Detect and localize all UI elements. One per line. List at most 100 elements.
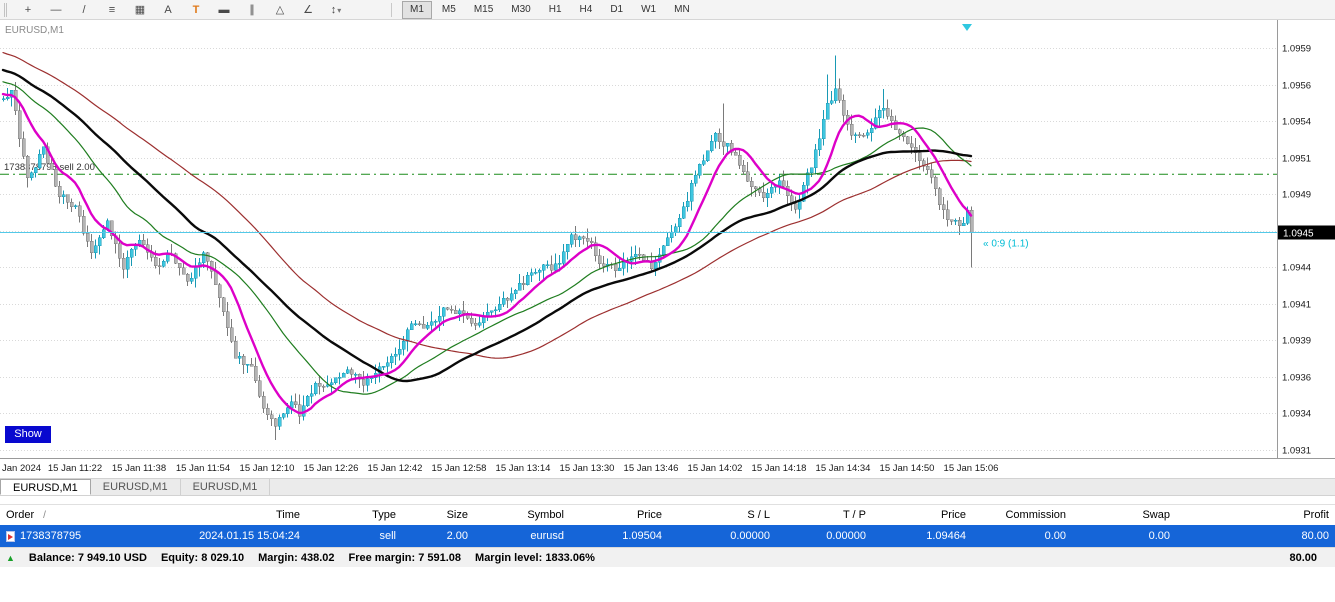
show-button[interactable]: Show: [5, 426, 51, 443]
cell-symbol: eurusd: [530, 530, 564, 542]
svg-text:1.0956: 1.0956: [1282, 81, 1311, 92]
svg-text:15 Jan 12:42: 15 Jan 12:42: [368, 463, 423, 474]
margin-level-text: Margin level: 1833.06%: [475, 551, 595, 564]
angle-icon[interactable]: ∠: [295, 1, 321, 19]
svg-text:15 Jan 11:38: 15 Jan 11:38: [112, 463, 166, 474]
col-size[interactable]: Size: [402, 509, 474, 521]
balance-text: Balance: 7 949.10 USD: [28, 551, 147, 564]
cell-swap: 0.00: [1148, 530, 1170, 542]
spread-annotation: « 0:9 (1.1): [983, 239, 1029, 250]
chart-tabs: EURUSD,M1 EURUSD,M1 EURUSD,M1: [0, 478, 1335, 496]
tab-chart-1[interactable]: EURUSD,M1: [0, 479, 91, 495]
col-order[interactable]: Order /: [0, 509, 138, 521]
time-axis: Jan 2024 15 Jan 11:22 15 Jan 11:38 15 Jan 1…: [2, 463, 998, 474]
toolbar-drag-handle[interactable]: [4, 2, 9, 17]
svg-text:15 Jan 11:54: 15 Jan 11:54: [176, 463, 230, 474]
svg-text:1.0959: 1.0959: [1282, 44, 1311, 55]
svg-text:15 Jan 15:06: 15 Jan 15:06: [944, 463, 999, 474]
arrows-glyph: ↕: [330, 3, 337, 16]
sell-position-icon: [6, 530, 15, 542]
account-summary-bar: ▲ Balance: 7 949.10 USD Equity: 8 029.10…: [0, 547, 1335, 567]
cell-profit: 80.00: [1301, 530, 1329, 542]
col-commission[interactable]: Commission: [972, 509, 1072, 521]
rectangle-icon[interactable]: ▬: [211, 1, 237, 19]
timeframe-w1-button[interactable]: W1: [633, 1, 664, 19]
ma-line-ma-fast-magenta: [1, 92, 973, 415]
price-axis: 1.09591.09561.09541.09511.09491.09461.09…: [1282, 44, 1311, 457]
svg-text:1.0941: 1.0941: [1282, 300, 1311, 311]
chart-area[interactable]: 1.09591.09561.09541.09511.09491.09461.09…: [0, 20, 1335, 478]
svg-text:1.0949: 1.0949: [1282, 190, 1311, 201]
fibonacci-icon[interactable]: ≡: [99, 1, 125, 19]
tab-chart-2[interactable]: EURUSD,M1: [91, 479, 181, 495]
timeframe-m30-button[interactable]: M30: [503, 1, 538, 19]
grid: [0, 48, 1277, 451]
crosshair-icon[interactable]: +: [15, 1, 41, 19]
order-id-text: 1738378795: [20, 530, 82, 542]
svg-text:15 Jan 13:30: 15 Jan 13:30: [560, 463, 615, 474]
svg-text:15 Jan 14:34: 15 Jan 14:34: [816, 463, 871, 474]
svg-text:15 Jan 11:22: 15 Jan 11:22: [48, 463, 102, 474]
svg-text:Jan 2024: Jan 2024: [2, 463, 41, 474]
trade-table: Order / Time Type Size Symbol Price S / …: [0, 504, 1335, 547]
text-icon[interactable]: A: [155, 1, 181, 19]
triangle-icon[interactable]: △: [267, 1, 293, 19]
grid-icon[interactable]: ▦: [127, 1, 153, 19]
cell-current-price: 1.09464: [926, 530, 966, 542]
col-tp[interactable]: T / P: [776, 509, 872, 521]
svg-text:1.0939: 1.0939: [1282, 336, 1311, 347]
svg-text:15 Jan 12:58: 15 Jan 12:58: [432, 463, 487, 474]
trendline-icon[interactable]: /: [71, 1, 97, 19]
cell-commission: 0.00: [1044, 530, 1066, 542]
tab-chart-3[interactable]: EURUSD,M1: [181, 479, 271, 495]
timeframe-m1-button[interactable]: M1: [402, 0, 432, 19]
col-current-price[interactable]: Price: [872, 509, 972, 521]
trade-table-header: Order / Time Type Size Symbol Price S / …: [0, 504, 1335, 525]
svg-text:1.0954: 1.0954: [1282, 117, 1311, 128]
horizontal-line-icon[interactable]: —: [43, 1, 69, 19]
col-swap[interactable]: Swap: [1072, 509, 1176, 521]
price-chart[interactable]: 1.09591.09561.09541.09511.09491.09461.09…: [0, 20, 1335, 478]
equity-text: Equity: 8 029.10: [160, 551, 245, 564]
shift-marker-icon[interactable]: [962, 24, 972, 31]
sort-indicator-icon: /: [43, 509, 46, 521]
col-order-label: Order: [6, 509, 35, 521]
col-open-price[interactable]: Price: [570, 509, 668, 521]
svg-text:15 Jan 12:26: 15 Jan 12:26: [304, 463, 359, 474]
svg-text:1.0934: 1.0934: [1282, 409, 1311, 420]
col-symbol[interactable]: Symbol: [474, 509, 570, 521]
cell-sl: 0.00000: [730, 530, 770, 542]
metatrader-window: + — / ≡ ▦ A T ▬ ∥ △ ∠ ↕▾ M1 M5 M15 M30 H…: [0, 0, 1335, 602]
timeframe-h4-button[interactable]: H4: [572, 1, 601, 19]
col-type[interactable]: Type: [306, 509, 402, 521]
timeframe-m15-button[interactable]: M15: [466, 1, 501, 19]
candles: [1, 55, 974, 440]
margin-text: Margin: 438.02: [258, 551, 335, 564]
col-time[interactable]: Time: [138, 509, 306, 521]
free-margin-text: Free margin: 7 591.08: [348, 551, 462, 564]
equidistant-channel-icon[interactable]: ∥: [239, 1, 265, 19]
chevron-down-icon: ▾: [337, 5, 342, 15]
svg-text:1.0951: 1.0951: [1282, 154, 1311, 165]
svg-text:1.0945: 1.0945: [1283, 229, 1314, 240]
cell-order-id: 1738378795: [0, 530, 138, 542]
timeframe-m5-button[interactable]: M5: [434, 1, 464, 19]
cell-open-time: 2024.01.15 15:04:24: [199, 530, 300, 542]
svg-text:15 Jan 14:02: 15 Jan 14:02: [688, 463, 743, 474]
toolbar: + — / ≡ ▦ A T ▬ ∥ △ ∠ ↕▾ M1 M5 M15 M30 H…: [0, 0, 1335, 20]
text-label-icon[interactable]: T: [183, 1, 209, 19]
cell-open-price: 1.09504: [622, 530, 662, 542]
open-position-row[interactable]: 1738378795 2024.01.15 15:04:24 sell 2.00…: [0, 525, 1335, 547]
svg-text:15 Jan 14:18: 15 Jan 14:18: [752, 463, 807, 474]
cell-tp: 0.00000: [826, 530, 866, 542]
arrows-icon[interactable]: ↕▾: [323, 1, 349, 19]
toolbar-separator: [391, 2, 392, 17]
timeframe-mn-button[interactable]: MN: [666, 1, 698, 19]
col-sl[interactable]: S / L: [668, 509, 776, 521]
sell-order-label: 1738378795 sell 2.00: [4, 162, 95, 173]
col-profit[interactable]: Profit: [1176, 509, 1335, 521]
svg-text:1.0944: 1.0944: [1282, 263, 1311, 274]
timeframe-h1-button[interactable]: H1: [541, 1, 570, 19]
timeframe-d1-button[interactable]: D1: [602, 1, 631, 19]
cell-size: 2.00: [446, 530, 468, 542]
